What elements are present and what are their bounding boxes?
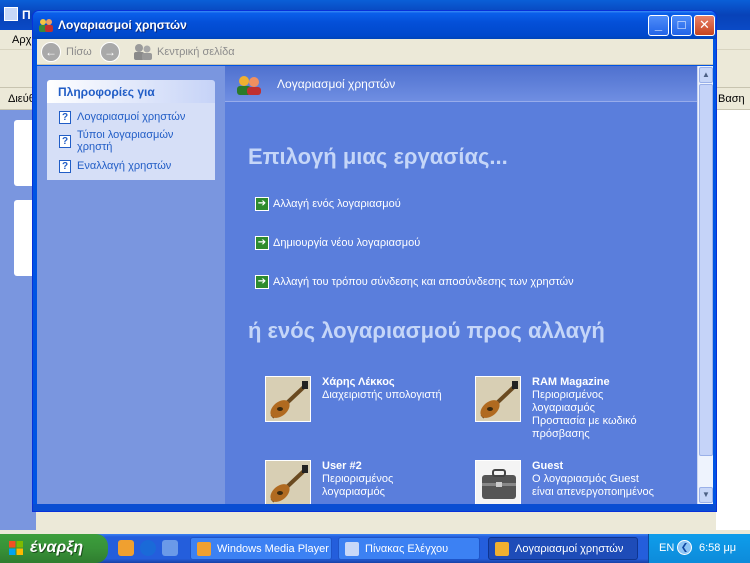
guitar-icon (265, 376, 311, 422)
media-player-icon (197, 542, 211, 556)
info-panel-heading[interactable]: Πληροφορίες για (47, 80, 215, 103)
account-name: Guest (532, 460, 564, 472)
background-window-title: Π (22, 8, 31, 22)
home-button-label[interactable]: Κεντρική σελίδα (157, 46, 235, 58)
help-icon: ? (59, 160, 71, 173)
scroll-up-icon[interactable]: ▲ (699, 67, 713, 83)
background-content (716, 110, 750, 530)
account-description: Περιορισμένος λογαριασμός Προστασία με κ… (532, 389, 637, 440)
system-tray: EN ❮ 6:58 μμ (648, 534, 750, 563)
internet-explorer-icon[interactable] (140, 540, 156, 556)
language-indicator[interactable]: EN (659, 542, 674, 554)
start-button[interactable]: έναρξη (0, 534, 108, 563)
green-arrow-icon: ➔ (255, 236, 269, 250)
background-menu-file[interactable]: Αρχ (12, 34, 31, 46)
account-tile[interactable]: User #2 Περιορισμένος λογαριασμός (265, 460, 465, 530)
taskbar-button-user-accounts[interactable]: Λογαριασμοί χρηστών (488, 537, 638, 560)
scroll-down-icon[interactable]: ▼ (699, 487, 713, 503)
account-description: Περιορισμένος λογαριασμός (322, 473, 394, 498)
back-arrow-icon[interactable]: ← (41, 42, 61, 62)
media-player-quicklaunch-icon[interactable] (118, 540, 134, 556)
taskbar: έναρξη Windows Media Player Πίνακας Ελέγ… (0, 534, 750, 563)
task-label: Αλλαγή ενός λογαριασμού (273, 198, 401, 210)
task-label: Αλλαγή του τρόπου σύνδεσης και αποσύνδεσ… (273, 276, 574, 288)
account-description: Διαχειριστής υπολογιστή (322, 389, 442, 401)
taskbar-button-label: Λογαριασμοί χρηστών (515, 543, 624, 555)
back-button-label[interactable]: Πίσω (66, 46, 92, 58)
address-label: Διεύθ (8, 93, 35, 105)
window-border (33, 504, 716, 511)
maximize-button[interactable]: □ (671, 15, 692, 36)
navigation-bar: ← Πίσω → Κεντρική σελίδα (37, 39, 713, 65)
windows-logo-icon (9, 541, 23, 555)
forward-arrow-icon[interactable]: → (100, 42, 120, 62)
scroll-thumb[interactable] (699, 84, 713, 456)
window-content: Πληροφορίες για ? Λογαριασμοί χρηστών ? … (37, 66, 713, 506)
user-accounts-window: Λογαριασμοί χρηστών _ □ ✕ ← Πίσω → Κεντρ… (32, 10, 717, 512)
info-item-label-line2: χρηστή (77, 141, 113, 153)
pick-task-heading: Επιλογή μιας εργασίας... (248, 144, 508, 169)
task-pane-header: Λογαριασμοί χρηστών (225, 66, 703, 102)
info-item-label: Τύποι λογαριασμών (77, 129, 174, 141)
briefcase-icon (475, 460, 521, 506)
guitar-icon (265, 460, 311, 506)
home-users-icon[interactable] (133, 43, 153, 61)
users-icon (495, 542, 509, 556)
account-tile[interactable]: Χάρης Λέκκος Διαχειριστής υπολογιστή (265, 376, 465, 446)
window-titlebar[interactable]: Λογαριασμοί χρηστών _ □ ✕ (33, 11, 716, 39)
help-icon: ? (59, 135, 71, 148)
account-description: Ο λογαριασμός Guest είναι απενεργοποιημέ… (532, 473, 654, 498)
account-name: Χάρης Λέκκος (322, 376, 395, 388)
task-label: Δημιουργία νέου λογαριασμού (273, 237, 421, 249)
green-arrow-icon: ➔ (255, 275, 269, 289)
chevron-left-icon[interactable]: ❮ (677, 540, 692, 555)
window-title: Λογαριασμοί χρηστών (58, 18, 187, 32)
close-button[interactable]: ✕ (694, 15, 715, 36)
taskbar-button-media-player[interactable]: Windows Media Player (190, 537, 332, 560)
guitar-icon (475, 376, 521, 422)
taskbar-button-label: Windows Media Player (217, 543, 329, 555)
control-panel-icon (345, 542, 359, 556)
info-panel-body: ? Λογαριασμοί χρηστών ? Τύποι λογαριασμώ… (47, 103, 215, 180)
go-label[interactable]: Βαση (718, 93, 745, 105)
taskbar-button-control-panel[interactable]: Πίνακας Ελέγχου (338, 537, 480, 560)
show-desktop-icon[interactable] (162, 540, 178, 556)
account-name: RAM Magazine (532, 376, 610, 388)
account-tile[interactable]: RAM Magazine Περιορισμένος λογαριασμός Π… (475, 376, 675, 446)
info-panel: Πληροφορίες για ? Λογαριασμοί χρηστών ? … (47, 80, 215, 180)
green-arrow-icon: ➔ (255, 197, 269, 211)
info-item-label: Λογαριασμοί χρηστών (77, 111, 186, 123)
start-label: έναρξη (30, 539, 84, 556)
users-icon (39, 19, 53, 32)
help-icon: ? (59, 111, 71, 124)
task-pane-title: Λογαριασμοί χρηστών (277, 77, 396, 91)
control-panel-icon (4, 7, 18, 21)
info-item-label: Εναλλαγή χρηστών (77, 160, 172, 172)
clock[interactable]: 6:58 μμ (699, 542, 736, 554)
account-name: User #2 (322, 460, 362, 472)
users-icon (237, 76, 261, 95)
taskbar-button-label: Πίνακας Ελέγχου (365, 543, 449, 555)
background-task-pane (0, 110, 44, 530)
vertical-scrollbar[interactable]: ▲ ▼ (697, 66, 713, 504)
pick-account-heading: ή ενός λογαριασμού προς αλλαγή (248, 318, 605, 343)
task-pane: Λογαριασμοί χρηστών Επιλογή μιας εργασία… (225, 66, 703, 506)
account-tile[interactable]: Guest Ο λογαριασμός Guest είναι απενεργο… (475, 460, 675, 530)
minimize-button[interactable]: _ (648, 15, 669, 36)
